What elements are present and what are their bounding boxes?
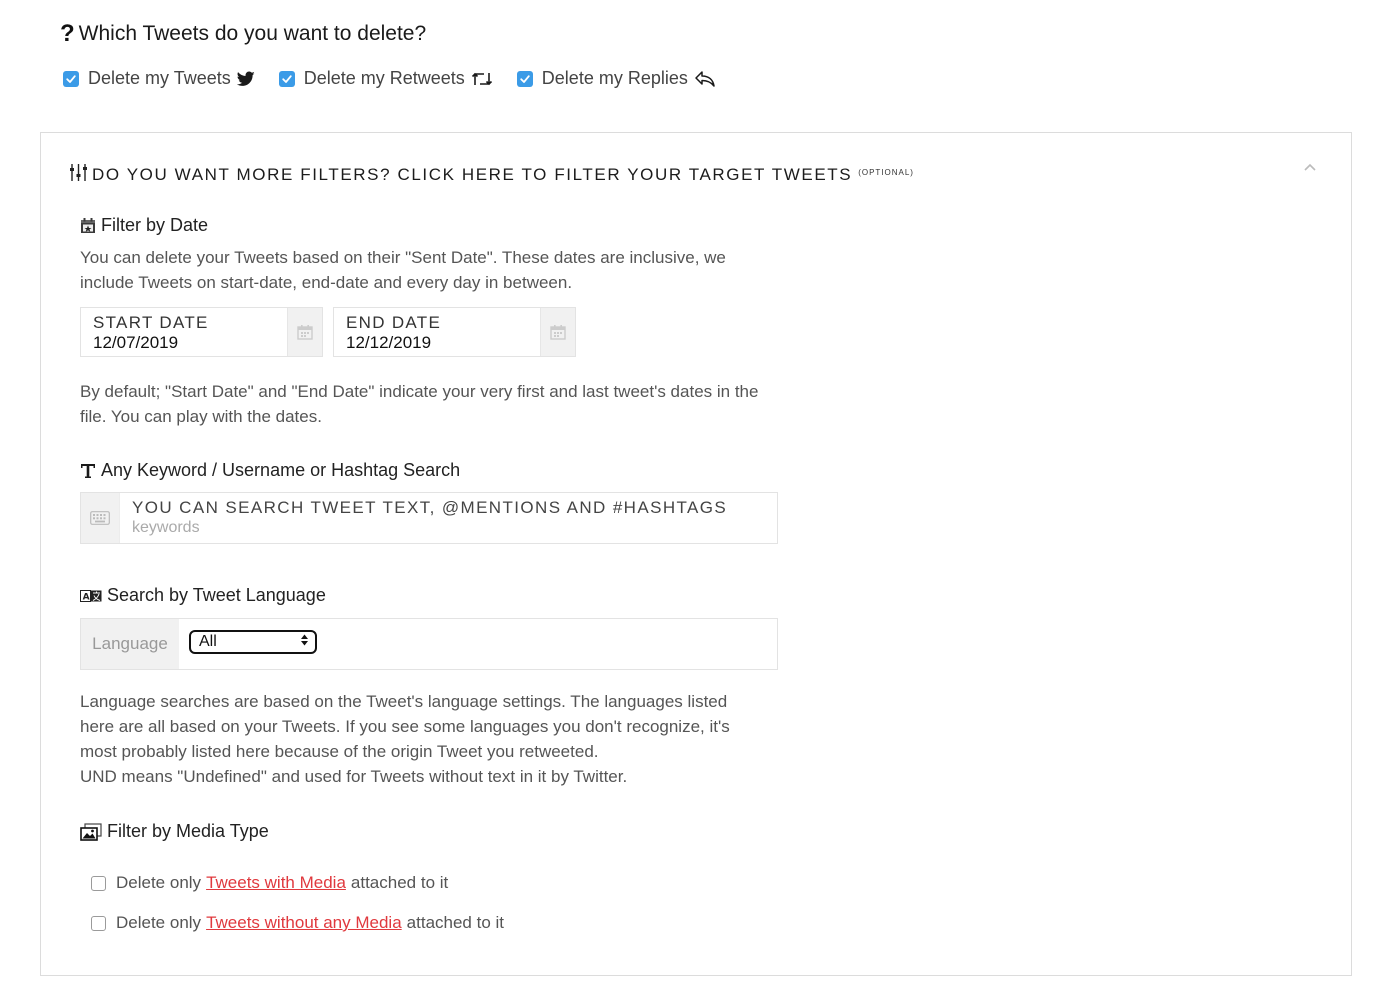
option-delete-replies[interactable]: Delete my Replies bbox=[516, 68, 716, 89]
option-label: Delete my Replies bbox=[541, 68, 688, 88]
filters-panel-header[interactable]: DO YOU WANT MORE FILTERS? CLICK HERE TO … bbox=[69, 163, 914, 187]
language-note-line: most probably listed here because of the… bbox=[80, 742, 599, 761]
text-icon bbox=[80, 463, 96, 479]
checkbox-delete-replies[interactable] bbox=[516, 70, 533, 87]
images-icon bbox=[80, 822, 102, 841]
date-default-note: By default; "Start Date" and "End Date" … bbox=[80, 382, 759, 426]
option-label: Delete my Retweets bbox=[303, 68, 465, 88]
date-description: You can delete your Tweets based on thei… bbox=[80, 248, 726, 292]
section-title: Search by Tweet Language bbox=[107, 585, 326, 605]
question-icon: ? bbox=[60, 20, 75, 47]
keyword-field-label: YOU CAN SEARCH TWEET TEXT, @MENTIONS AND… bbox=[132, 498, 728, 517]
language-icon: A bbox=[80, 589, 102, 602]
checkbox-delete-retweets[interactable] bbox=[278, 70, 295, 87]
select-arrows-icon bbox=[300, 633, 309, 652]
checkbox-with-media[interactable] bbox=[91, 875, 106, 891]
start-date-label: START DATE bbox=[93, 313, 209, 332]
keyword-field[interactable]: YOU CAN SEARCH TWEET TEXT, @MENTIONS AND… bbox=[120, 493, 777, 543]
keyword-search-input[interactable]: YOU CAN SEARCH TWEET TEXT, @MENTIONS AND… bbox=[80, 492, 778, 544]
keyboard-icon bbox=[81, 493, 120, 543]
filters-header-text: DO YOU WANT MORE FILTERS? CLICK HERE TO … bbox=[92, 165, 853, 184]
language-note-line: UND means "Undefined" and used for Tweet… bbox=[80, 767, 628, 786]
option-delete-retweets[interactable]: Delete my Retweets bbox=[278, 68, 493, 89]
chevron-up-icon[interactable] bbox=[1303, 161, 1317, 180]
keyword-search-title: Any Keyword / Username or Hashtag Search bbox=[80, 460, 460, 481]
media-option-with-media[interactable]: Delete only Tweets with Media attached t… bbox=[91, 873, 448, 893]
optional-tag: (OPTIONAL) bbox=[858, 167, 914, 177]
media-option-suffix: attached to it bbox=[350, 873, 449, 892]
language-addon-label: Language bbox=[81, 619, 179, 669]
option-delete-tweets[interactable]: Delete my Tweets bbox=[63, 68, 255, 89]
language-note: Language searches are based on the Tweet… bbox=[80, 689, 800, 789]
language-select[interactable]: All bbox=[189, 630, 317, 654]
twitter-bird-icon bbox=[236, 71, 255, 87]
retweet-icon bbox=[471, 71, 493, 87]
media-option-suffix: attached to it bbox=[406, 913, 505, 932]
media-option-without-media[interactable]: Delete only Tweets without any Media att… bbox=[91, 913, 504, 933]
checkbox-delete-tweets[interactable] bbox=[63, 70, 79, 87]
language-note-line: Language searches are based on the Tweet… bbox=[80, 692, 728, 711]
media-option-prefix: Delete only bbox=[116, 913, 202, 932]
reply-icon bbox=[694, 70, 716, 88]
end-date-value[interactable]: 12/12/2019 bbox=[346, 333, 528, 353]
start-date-field[interactable]: START DATE 12/07/2019 bbox=[81, 308, 287, 356]
section-title: Filter by Media Type bbox=[107, 821, 269, 841]
language-search-title: A Search by Tweet Language bbox=[80, 585, 326, 606]
keyword-placeholder[interactable]: keywords bbox=[132, 518, 765, 538]
option-label: Delete my Tweets bbox=[88, 68, 231, 88]
language-note-line: here are all based on your Tweets. If yo… bbox=[80, 717, 730, 736]
question-text: Which Tweets do you want to delete? bbox=[78, 22, 427, 45]
tweets-without-media-link[interactable]: Tweets without any Media bbox=[206, 913, 402, 933]
filters-panel: DO YOU WANT MORE FILTERS? CLICK HERE TO … bbox=[40, 132, 1352, 976]
end-date-input[interactable]: END DATE 12/12/2019 bbox=[333, 307, 576, 357]
tweet-type-options: Delete my Tweets Delete my Retweets Dele… bbox=[63, 68, 740, 89]
section-title: Any Keyword / Username or Hashtag Search bbox=[101, 460, 461, 480]
language-selected-value: All bbox=[199, 633, 217, 650]
section-title: Filter by Date bbox=[101, 215, 209, 235]
calendar-icon[interactable] bbox=[540, 308, 575, 356]
language-filter-group: Language All bbox=[80, 618, 778, 670]
sliders-icon bbox=[69, 163, 88, 187]
filter-by-date-title: Filter by Date bbox=[80, 215, 208, 236]
tweets-with-media-link[interactable]: Tweets with Media bbox=[206, 873, 346, 893]
end-date-field[interactable]: END DATE 12/12/2019 bbox=[334, 308, 540, 356]
calendar-star-icon bbox=[80, 217, 96, 234]
svg-text:A: A bbox=[83, 592, 90, 602]
delete-question-title: ? Which Tweets do you want to delete? bbox=[60, 20, 426, 48]
calendar-icon[interactable] bbox=[287, 308, 322, 356]
end-date-label: END DATE bbox=[346, 313, 442, 332]
start-date-value[interactable]: 12/07/2019 bbox=[93, 333, 275, 353]
media-type-title: Filter by Media Type bbox=[80, 821, 269, 842]
start-date-input[interactable]: START DATE 12/07/2019 bbox=[80, 307, 323, 357]
media-option-prefix: Delete only bbox=[116, 873, 202, 892]
checkbox-without-media[interactable] bbox=[91, 915, 106, 931]
